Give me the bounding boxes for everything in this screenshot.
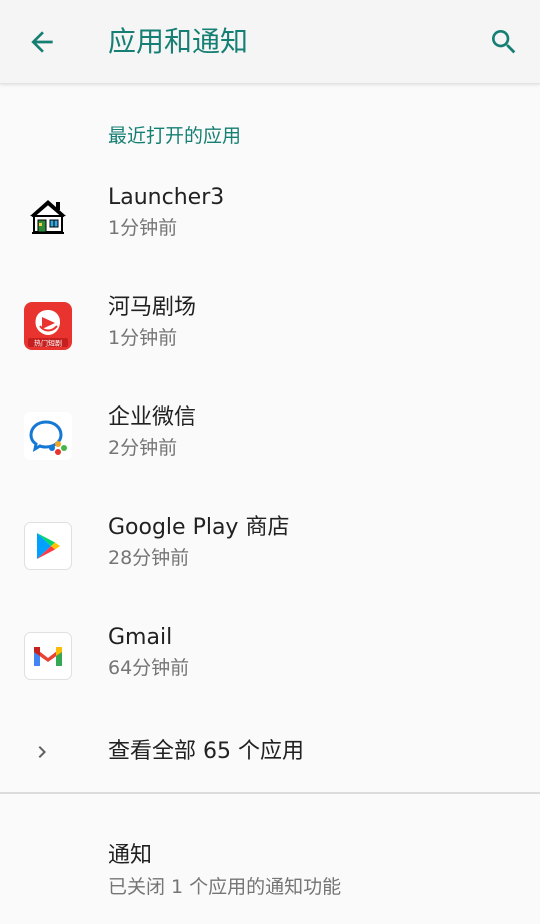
- search-icon: [492, 30, 516, 54]
- app-name: 河马剧场: [108, 295, 197, 320]
- app-name: Google Play 商店: [108, 515, 290, 540]
- hema-badge-text: 热门短剧: [34, 339, 62, 348]
- app-last-opened: 64分钟前: [108, 657, 190, 679]
- app-bar: 应用和通知: [0, 0, 540, 84]
- search-button[interactable]: [484, 22, 524, 62]
- app-row-hema-theater[interactable]: 热门短剧 河马剧场 1分钟前: [0, 274, 540, 384]
- google-play-icon: [24, 522, 72, 570]
- app-name: Gmail: [108, 625, 173, 650]
- app-row-launcher3[interactable]: Launcher3 1分钟前: [0, 164, 540, 274]
- hema-theater-icon: 热门短剧: [24, 302, 72, 350]
- notifications-title: 通知: [108, 843, 153, 868]
- back-arrow-icon: [31, 31, 53, 53]
- app-last-opened: 28分钟前: [108, 547, 190, 569]
- notifications-row[interactable]: 通知 已关闭 1 个应用的通知功能: [0, 828, 540, 918]
- divider: [0, 792, 540, 794]
- app-row-google-play[interactable]: Google Play 商店 28分钟前: [0, 494, 540, 604]
- notifications-summary: 已关闭 1 个应用的通知功能: [108, 876, 342, 898]
- app-row-gmail[interactable]: Gmail 64分钟前: [0, 604, 540, 714]
- launcher3-house-icon: [24, 192, 72, 240]
- page-title: 应用和通知: [108, 25, 249, 58]
- app-name: 企业微信: [108, 405, 197, 430]
- app-row-wecom[interactable]: 企业微信 2分钟前: [0, 384, 540, 494]
- gmail-icon: [24, 632, 72, 680]
- app-last-opened: 1分钟前: [108, 327, 178, 349]
- see-all-apps-label: 查看全部 65 个应用: [108, 739, 304, 764]
- chevron-right-icon: [28, 738, 56, 766]
- app-last-opened: 2分钟前: [108, 437, 178, 459]
- wecom-icon: [24, 412, 72, 460]
- recent-apps-header: 最近打开的应用: [108, 125, 242, 147]
- app-name: Launcher3: [108, 185, 225, 210]
- back-button[interactable]: [22, 22, 62, 62]
- see-all-apps-row[interactable]: 查看全部 65 个应用: [0, 716, 540, 788]
- app-last-opened: 1分钟前: [108, 217, 178, 239]
